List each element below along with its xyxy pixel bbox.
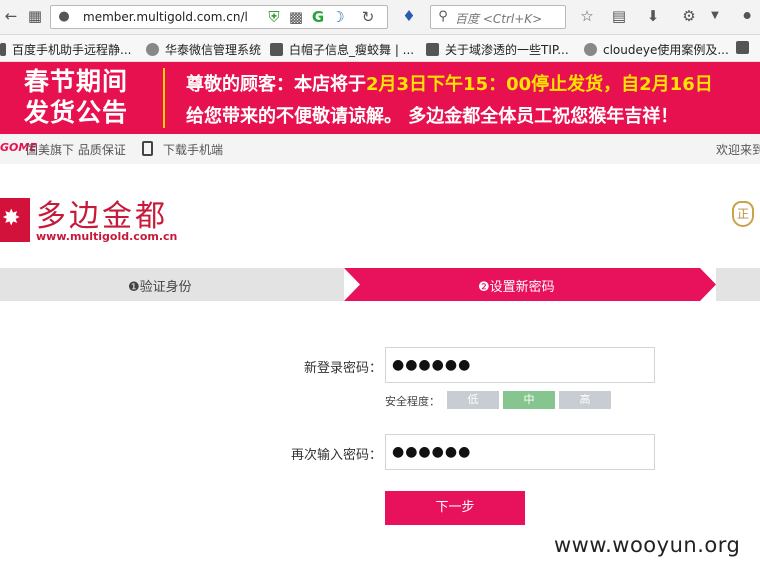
reading-list-icon[interactable]: ▤: [610, 7, 628, 25]
download-app-link[interactable]: 下载手机端: [163, 141, 223, 158]
new-password-field[interactable]: ●●●●●●: [385, 347, 655, 383]
globe-icon: ●: [58, 9, 70, 24]
phone-icon: [142, 141, 153, 156]
bookmark-icon: [0, 43, 6, 56]
top-strip: GOME 国美旗下 品质保证 下载手机端 欢迎来到: [0, 134, 760, 164]
bookmark-item[interactable]: 百度手机助手远程静...: [0, 41, 131, 58]
logo-url[interactable]: www.multigold.com.cn: [36, 230, 177, 243]
browser-toolbar: ← ▦ ● member.multigold.com.cn/l ⛨ ▩ G ☽ …: [0, 0, 760, 35]
strength-medium: 中: [503, 391, 555, 409]
bookmark-item[interactable]: 关于域渗透的一些TIP...: [426, 41, 569, 58]
bookmark-item[interactable]: [736, 41, 755, 55]
dropdown-icon[interactable]: ▼: [706, 7, 724, 25]
site-icon: [270, 43, 283, 56]
extension-icon[interactable]: ♦: [400, 7, 418, 25]
globe-icon: [146, 43, 159, 56]
download-icon[interactable]: ⬇: [644, 7, 662, 25]
banner-notice-line2: 给您带来的不便敬请谅解。 多边金都全体员工祝您猴年吉祥！: [186, 106, 679, 127]
step1-label: ❶验证身份: [128, 280, 192, 295]
address-bar[interactable]: ● member.multigold.com.cn/l ⛨ ▩ G ☽ ↻: [50, 5, 388, 29]
step-bar-end: [716, 268, 760, 301]
step2-label: ❷设置新密码: [478, 280, 555, 295]
back-icon[interactable]: ←: [2, 7, 20, 25]
next-step-button[interactable]: 下一步: [385, 491, 525, 525]
logo-mark[interactable]: ✸: [0, 198, 30, 242]
watermark: www.wooyun.org: [554, 533, 741, 557]
bookmarks-bar: 百度手机助手远程静... 华泰微信管理系统 白帽子信息_瘦蛟舞 | ... 关于…: [0, 35, 760, 62]
tab-list-icon[interactable]: ▦: [26, 7, 44, 25]
banner-notice-line1: 尊敬的顾客：本店将于2月3日下午15：00停止发货，自2月16日: [186, 74, 713, 95]
announcement-banner: 春节期间 发货公告 尊敬的顾客：本店将于2月3日下午15：00停止发货，自2月1…: [0, 62, 760, 134]
search-box[interactable]: ⚲ 百度 <Ctrl+K>: [430, 5, 566, 29]
site-icon: [426, 43, 439, 56]
strength-label: 安全程度：: [385, 395, 440, 408]
logo-name[interactable]: 多边金都: [36, 191, 168, 235]
step-verify-identity: ❶验证身份: [0, 268, 344, 301]
search-icon: ⚲: [438, 9, 448, 24]
bookmark-item[interactable]: cloudeye使用案例及...: [584, 41, 729, 58]
url-text[interactable]: member.multigold.com.cn/l: [83, 10, 248, 24]
moon-extension-icon[interactable]: ☽: [329, 8, 347, 26]
welcome-text: 欢迎来到: [716, 143, 760, 157]
gome-tagline: 国美旗下 品质保证: [26, 143, 126, 157]
banner-divider: [163, 68, 165, 128]
qr-code-icon[interactable]: ▩: [287, 8, 305, 26]
logo-star-icon: ✸: [2, 206, 21, 231]
new-password-label: 新登录密码：: [303, 361, 382, 376]
g-extension-icon[interactable]: G: [309, 8, 327, 26]
strength-high: 高: [559, 391, 611, 409]
banner-title: 春节期间 发货公告: [24, 67, 129, 127]
bookmark-item[interactable]: 白帽子信息_瘦蛟舞 | ...: [270, 41, 414, 58]
reload-icon[interactable]: ↻: [359, 8, 377, 26]
palette-icon[interactable]: ⚫: [738, 7, 756, 25]
confirm-password-label: 再次输入密码：: [290, 448, 382, 463]
globe-icon: [584, 43, 597, 56]
bug-icon[interactable]: ⚙: [680, 7, 698, 25]
strength-low: 低: [447, 391, 499, 409]
certificate-badge-icon[interactable]: 正: [732, 201, 754, 227]
search-placeholder: 百度 <Ctrl+K>: [455, 12, 543, 26]
bookmark-item[interactable]: 华泰微信管理系统: [146, 41, 261, 58]
shield-icon[interactable]: ⛨: [265, 8, 283, 26]
site-icon: [736, 41, 749, 54]
confirm-password-field[interactable]: ●●●●●●: [385, 434, 655, 470]
star-icon[interactable]: ☆: [578, 7, 596, 25]
